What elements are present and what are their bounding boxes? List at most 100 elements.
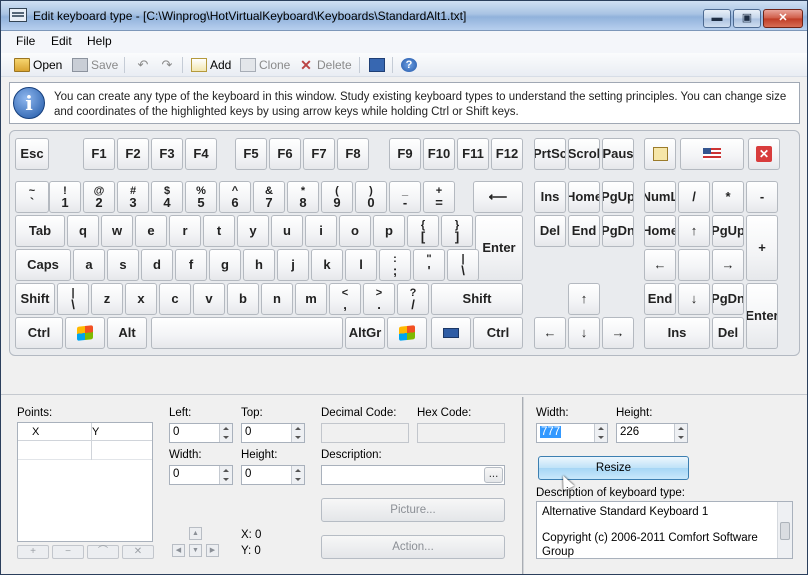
key-ins[interactable]: Ins bbox=[534, 181, 566, 213]
key-enter[interactable]: Enter bbox=[746, 283, 778, 349]
key-sym31[interactable]: + = bbox=[423, 181, 455, 213]
description-browse-button[interactable]: ... bbox=[484, 467, 503, 483]
key-sym86[interactable]: <, bbox=[329, 283, 361, 315]
key-5[interactable]: % 5 bbox=[185, 181, 217, 213]
key-end[interactable]: End bbox=[568, 215, 600, 247]
key-shift[interactable]: Shift bbox=[15, 283, 55, 315]
key-v[interactable]: v bbox=[193, 283, 225, 315]
hex-code-field[interactable] bbox=[417, 423, 505, 443]
key-3[interactable]: #3 bbox=[117, 181, 149, 213]
key-b[interactable]: b bbox=[227, 283, 259, 315]
key-sym73[interactable]: | \ bbox=[447, 249, 479, 281]
key-height-spinner[interactable] bbox=[291, 466, 304, 484]
menu-help[interactable]: Help bbox=[87, 34, 112, 48]
key-f8[interactable]: F8 bbox=[337, 138, 369, 170]
key-flag[interactable] bbox=[680, 138, 744, 170]
key-f4[interactable]: F4 bbox=[185, 138, 217, 170]
key-sym19[interactable]: ~ ` bbox=[15, 181, 49, 213]
key-l[interactable]: l bbox=[345, 249, 377, 281]
key-m[interactable]: m bbox=[295, 283, 327, 315]
key-0[interactable]: ) 0 bbox=[355, 181, 387, 213]
key-altgr[interactable]: AltGr bbox=[345, 317, 385, 349]
key-d[interactable]: d bbox=[141, 249, 173, 281]
scrollbar-thumb[interactable] bbox=[780, 522, 790, 540]
key-sym52[interactable]: }] bbox=[441, 215, 473, 247]
key-sym87[interactable]: >. bbox=[363, 283, 395, 315]
key-pgup[interactable]: PgUp bbox=[602, 181, 634, 213]
key-sym92[interactable]: ↓ bbox=[678, 283, 710, 315]
key-home[interactable]: Home bbox=[568, 181, 600, 213]
key-pgdn[interactable]: PgDn bbox=[602, 215, 634, 247]
menu-file[interactable]: File bbox=[16, 34, 35, 48]
key-shift[interactable]: Shift bbox=[431, 283, 523, 315]
key-prtsc[interactable]: PrtSc bbox=[534, 138, 566, 170]
key-e[interactable]: e bbox=[135, 215, 167, 247]
key-sym71[interactable]: :; bbox=[379, 249, 411, 281]
keyboard-button[interactable] bbox=[369, 56, 388, 74]
key-win[interactable] bbox=[387, 317, 427, 349]
kbtype-description-box[interactable]: Alternative Standard Keyboard 1 Copyrigh… bbox=[536, 501, 793, 559]
add-point-button[interactable]: + bbox=[17, 545, 49, 559]
menu-edit[interactable]: Edit bbox=[51, 34, 72, 48]
key-caps[interactable]: Caps bbox=[15, 249, 71, 281]
key-sym32[interactable]: ⟵ bbox=[473, 181, 523, 213]
add-key-button[interactable]: Add bbox=[191, 56, 231, 74]
description-scrollbar[interactable] bbox=[777, 502, 792, 558]
close-window-button[interactable]: ✕ bbox=[763, 9, 803, 28]
undo-button[interactable]: ↶ bbox=[135, 56, 154, 74]
key-sym60[interactable]: + bbox=[746, 215, 778, 281]
key-k[interactable]: k bbox=[311, 249, 343, 281]
key-sym104[interactable]: ↓ bbox=[568, 317, 600, 349]
key-tab[interactable]: Tab bbox=[15, 215, 65, 247]
remove-point-button[interactable]: − bbox=[52, 545, 84, 559]
key-sym103[interactable]: ← bbox=[534, 317, 566, 349]
key-r[interactable]: r bbox=[169, 215, 201, 247]
picture-button[interactable]: Picture... bbox=[321, 498, 505, 522]
clear-points-button[interactable]: ✕ bbox=[122, 545, 154, 559]
key-enter[interactable]: Enter bbox=[475, 215, 523, 281]
key-sym30[interactable]: _ - bbox=[389, 181, 421, 213]
key-paus[interactable]: Paus bbox=[602, 138, 634, 170]
key-sym78[interactable]: | \ bbox=[57, 283, 89, 315]
key-width-spinner[interactable] bbox=[219, 466, 232, 484]
key-s[interactable]: s bbox=[107, 249, 139, 281]
key-f1[interactable]: F1 bbox=[83, 138, 115, 170]
key-f10[interactable]: F10 bbox=[423, 138, 455, 170]
key-alt[interactable]: Alt bbox=[107, 317, 147, 349]
key-4[interactable]: $4 bbox=[151, 181, 183, 213]
key-sym72[interactable]: " ' bbox=[413, 249, 445, 281]
key-sym90[interactable]: ↑ bbox=[568, 283, 600, 315]
kb-height-spinner[interactable] bbox=[674, 424, 687, 442]
move-right-button[interactable]: ▶ bbox=[206, 544, 219, 557]
key-end[interactable]: End bbox=[644, 283, 676, 315]
left-spinner[interactable] bbox=[219, 424, 232, 442]
move-down-button[interactable]: ▼ bbox=[189, 544, 202, 557]
key-sym88[interactable]: ? / bbox=[397, 283, 429, 315]
key-f3[interactable]: F3 bbox=[151, 138, 183, 170]
key-blank[interactable] bbox=[151, 317, 343, 349]
top-spinner[interactable] bbox=[291, 424, 304, 442]
key-q[interactable]: q bbox=[67, 215, 99, 247]
key-2[interactable]: @2 bbox=[83, 181, 115, 213]
key-minikbd[interactable] bbox=[431, 317, 471, 349]
open-button[interactable]: Open bbox=[14, 56, 62, 74]
key-f6[interactable]: F6 bbox=[269, 138, 301, 170]
decimal-code-field[interactable] bbox=[321, 423, 409, 443]
move-up-button[interactable]: ▲ bbox=[189, 527, 202, 540]
key-sym74[interactable]: ← bbox=[644, 249, 676, 281]
key-blank[interactable] bbox=[678, 249, 710, 281]
key-sym37[interactable]: / bbox=[678, 181, 710, 213]
key-1[interactable]: ! 1 bbox=[49, 181, 81, 213]
points-list[interactable]: X Y bbox=[17, 422, 153, 542]
key-f2[interactable]: F2 bbox=[117, 138, 149, 170]
key-scrol[interactable]: Scrol bbox=[568, 138, 600, 170]
key-x[interactable]: x bbox=[125, 283, 157, 315]
key-g[interactable]: g bbox=[209, 249, 241, 281]
key-t[interactable]: t bbox=[203, 215, 235, 247]
key-ins[interactable]: Ins bbox=[644, 317, 710, 349]
key-p[interactable]: p bbox=[373, 215, 405, 247]
key-8[interactable]: * 8 bbox=[287, 181, 319, 213]
key-del[interactable]: Del bbox=[534, 215, 566, 247]
key-win[interactable] bbox=[65, 317, 105, 349]
key-6[interactable]: ^ 6 bbox=[219, 181, 251, 213]
